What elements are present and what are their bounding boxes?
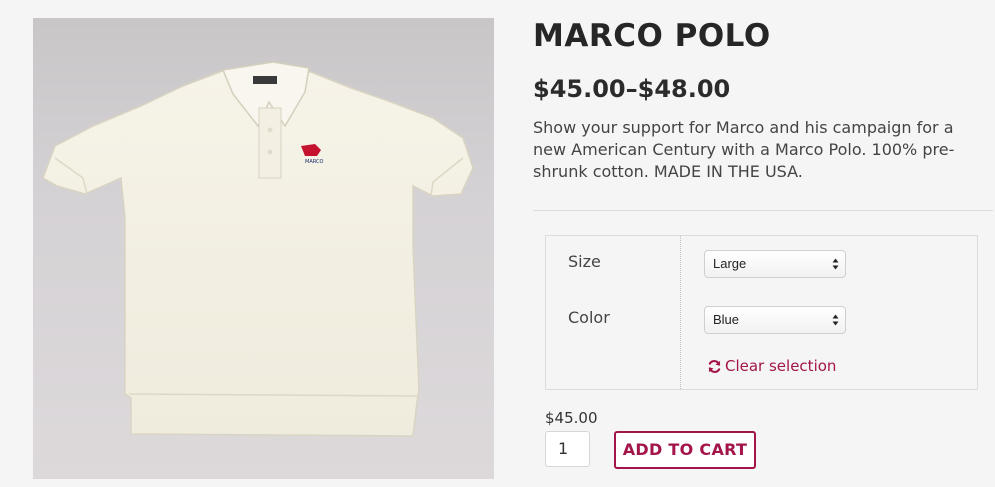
divider [533, 210, 993, 211]
add-to-cart-button[interactable]: ADD TO CART [614, 431, 756, 469]
price-range: $45.00–$48.00 [533, 75, 731, 103]
color-select-value: Blue [713, 312, 740, 327]
size-select[interactable]: Large [704, 250, 846, 278]
select-arrows-icon [832, 314, 839, 326]
size-select-value: Large [713, 256, 747, 271]
size-label: Size [568, 252, 601, 271]
product-title: MARCO POLO [533, 18, 771, 54]
color-label: Color [568, 308, 610, 327]
polo-shirt-image: MARCO [42, 61, 474, 437]
quantity-input[interactable]: 1 [545, 431, 590, 467]
clear-selection-label: Clear selection [725, 357, 837, 375]
variations-separator [680, 236, 681, 389]
refresh-icon [708, 359, 721, 373]
variation-price: $45.00 [545, 409, 598, 427]
variations-table: Size Large Color Blue Clear selection [545, 235, 978, 390]
color-select[interactable]: Blue [704, 306, 846, 334]
product-page: MARCO MARCO POLO $45.00–$48.00 Show your… [0, 0, 995, 487]
svg-text:MARCO: MARCO [305, 159, 323, 165]
product-description: Show your support for Marco and his camp… [533, 118, 955, 181]
clear-selection-link[interactable]: Clear selection [707, 357, 836, 375]
select-arrows-icon [832, 258, 839, 270]
product-image[interactable]: MARCO [33, 18, 494, 479]
